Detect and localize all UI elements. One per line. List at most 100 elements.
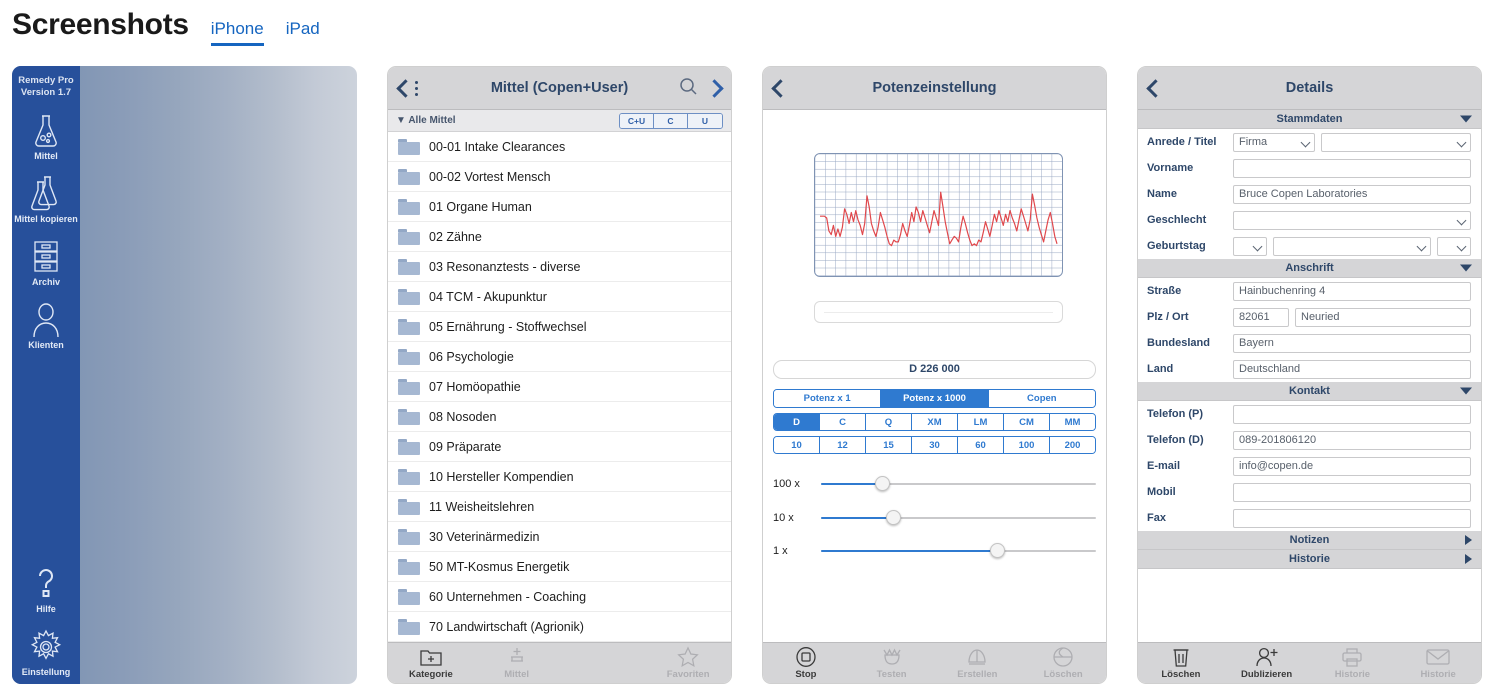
list-item[interactable]: 60 Unternehmen - Coaching bbox=[388, 582, 731, 612]
list-item[interactable]: 10 Hersteller Kompendien bbox=[388, 462, 731, 492]
select-field[interactable] bbox=[1273, 236, 1431, 256]
seg-12[interactable]: 12 bbox=[820, 437, 866, 453]
seg-mm[interactable]: MM bbox=[1050, 414, 1095, 430]
back-button[interactable] bbox=[771, 67, 790, 110]
list-item[interactable]: 02 Zähne bbox=[388, 222, 731, 252]
remedy-list[interactable]: 00-01 Intake Clearances 00-02 Vortest Men… bbox=[388, 132, 731, 644]
select-field[interactable] bbox=[1233, 236, 1267, 256]
seg-cm[interactable]: CM bbox=[1004, 414, 1050, 430]
slider-track-100x[interactable] bbox=[821, 475, 1096, 493]
back-button[interactable] bbox=[1146, 67, 1165, 110]
seg-xm[interactable]: XM bbox=[912, 414, 958, 430]
form-row: Geburtstag bbox=[1138, 233, 1481, 259]
text-field[interactable]: 82061 bbox=[1233, 307, 1289, 327]
segment-cu[interactable]: C+U bbox=[620, 113, 654, 128]
seg-100[interactable]: 100 bbox=[1004, 437, 1050, 453]
seg-60[interactable]: 60 bbox=[958, 437, 1004, 453]
list-item[interactable]: 70 Landwirtschaft (Agrionik) bbox=[388, 612, 731, 642]
seg-30[interactable]: 30 bbox=[912, 437, 958, 453]
rail-item-mittel[interactable]: Mittel bbox=[12, 111, 80, 162]
seg-potenz-x1[interactable]: Potenz x 1 bbox=[774, 390, 882, 407]
toolbar-erstellen[interactable]: Erstellen bbox=[935, 646, 1021, 680]
list-item[interactable]: 50 MT-Kosmus Energetik bbox=[388, 552, 731, 582]
text-field[interactable]: Deutschland bbox=[1233, 359, 1471, 379]
potency-body: D 226 000 Potenz x 1 Potenz x 1000 Copen… bbox=[763, 110, 1106, 643]
potency-value-field[interactable]: D 226 000 bbox=[773, 360, 1096, 379]
list-item[interactable]: 07 Homöopathie bbox=[388, 372, 731, 402]
seg-d[interactable]: D bbox=[774, 414, 820, 430]
text-field[interactable]: 089-201806120 bbox=[1233, 430, 1471, 450]
seg-copen[interactable]: Copen bbox=[988, 390, 1095, 407]
seg-lm[interactable]: LM bbox=[958, 414, 1004, 430]
segment-c[interactable]: C bbox=[654, 113, 688, 128]
text-field[interactable] bbox=[1233, 508, 1471, 528]
slider-knob[interactable] bbox=[990, 543, 1005, 558]
toolbar-historie-print[interactable]: Historie bbox=[1310, 646, 1396, 680]
section-header[interactable]: Stammdaten bbox=[1138, 110, 1481, 129]
section-header[interactable]: Kontakt bbox=[1138, 382, 1481, 401]
rail-item-archiv[interactable]: Archiv bbox=[12, 237, 80, 288]
rail-item-klienten[interactable]: Klienten bbox=[12, 300, 80, 351]
section-header[interactable]: Historie bbox=[1138, 550, 1481, 569]
seg-10[interactable]: 10 bbox=[774, 437, 820, 453]
toolbar-label: Löschen bbox=[1043, 669, 1083, 680]
slider-track-1x[interactable] bbox=[821, 542, 1096, 560]
remedy-name-input[interactable] bbox=[814, 301, 1063, 323]
text-field[interactable] bbox=[1233, 158, 1471, 178]
list-item[interactable]: 01 Organe Human bbox=[388, 192, 731, 222]
filter-label[interactable]: ▼ Alle Mittel bbox=[396, 115, 456, 126]
segment-u[interactable]: U bbox=[688, 113, 722, 128]
toolbar-loeschen[interactable]: Löschen bbox=[1138, 646, 1224, 680]
select-field[interactable]: Firma bbox=[1233, 132, 1315, 152]
list-item[interactable]: 08 Nosoden bbox=[388, 402, 731, 432]
text-field[interactable]: info@copen.de bbox=[1233, 456, 1471, 476]
text-field[interactable]: Neuried bbox=[1295, 307, 1471, 327]
section-header[interactable]: Notizen bbox=[1138, 531, 1481, 550]
forward-chevron-icon[interactable] bbox=[705, 79, 724, 98]
select-field[interactable] bbox=[1233, 210, 1471, 230]
seg-c[interactable]: C bbox=[820, 414, 866, 430]
tab-ipad[interactable]: iPad bbox=[286, 19, 320, 46]
toolbar-kategorie[interactable]: Kategorie bbox=[388, 646, 474, 680]
toolbar-dublizieren[interactable]: Dublizieren bbox=[1224, 646, 1310, 680]
list-item[interactable]: 00-02 Vortest Mensch bbox=[388, 162, 731, 192]
launcher-rail: Remedy Pro Version 1.7 Mittel Mittel kop… bbox=[12, 66, 80, 684]
select-field[interactable] bbox=[1321, 132, 1471, 152]
toolbar-testen[interactable]: Testen bbox=[849, 646, 935, 680]
list-item[interactable]: 04 TCM - Akupunktur bbox=[388, 282, 731, 312]
back-button[interactable] bbox=[396, 67, 418, 110]
text-field[interactable]: Bayern bbox=[1233, 333, 1471, 353]
list-item[interactable]: 00-01 Intake Clearances bbox=[388, 132, 731, 162]
list-item[interactable]: 09 Präparate bbox=[388, 432, 731, 462]
seg-15[interactable]: 15 bbox=[866, 437, 912, 453]
seg-q[interactable]: Q bbox=[866, 414, 912, 430]
toolbar-loeschen[interactable]: Löschen bbox=[1020, 646, 1106, 680]
section-header[interactable]: Anschrift bbox=[1138, 259, 1481, 278]
potency-preset-segments: 10 12 15 30 60 100 200 bbox=[773, 436, 1096, 454]
text-field[interactable] bbox=[1233, 482, 1471, 502]
field-label: Straße bbox=[1147, 285, 1182, 297]
list-item[interactable]: 06 Psychologie bbox=[388, 342, 731, 372]
seg-200[interactable]: 200 bbox=[1050, 437, 1095, 453]
text-field[interactable]: Bruce Copen Laboratories bbox=[1233, 184, 1471, 204]
slider-track-10x[interactable] bbox=[821, 509, 1096, 527]
toolbar-stop[interactable]: Stop bbox=[763, 646, 849, 680]
rail-item-mittel-kopieren[interactable]: Mittel kopieren bbox=[12, 174, 80, 225]
rail-item-hilfe[interactable]: Hilfe bbox=[12, 564, 80, 615]
toolbar-mittel[interactable]: Mittel bbox=[474, 646, 560, 680]
toolbar-historie-mail[interactable]: Historie bbox=[1395, 646, 1481, 680]
select-field[interactable] bbox=[1437, 236, 1471, 256]
search-icon[interactable] bbox=[679, 77, 698, 101]
slider-knob[interactable] bbox=[885, 510, 901, 525]
list-item[interactable]: 30 Veterinärmedizin bbox=[388, 522, 731, 552]
tab-iphone[interactable]: iPhone bbox=[210, 19, 264, 46]
slider-knob[interactable] bbox=[874, 476, 890, 491]
text-field[interactable]: Hainbuchenring 4 bbox=[1233, 281, 1471, 301]
list-item[interactable]: 03 Resonanztests - diverse bbox=[388, 252, 731, 282]
toolbar-favoriten[interactable]: Favoriten bbox=[645, 646, 731, 680]
seg-potenz-x1000[interactable]: Potenz x 1000 bbox=[881, 390, 989, 407]
list-item[interactable]: 11 Weisheitslehren bbox=[388, 492, 731, 522]
list-item[interactable]: 05 Ernährung - Stoffwechsel bbox=[388, 312, 731, 342]
text-field[interactable] bbox=[1233, 404, 1471, 424]
rail-item-einstellung[interactable]: Einstellung bbox=[12, 627, 80, 678]
